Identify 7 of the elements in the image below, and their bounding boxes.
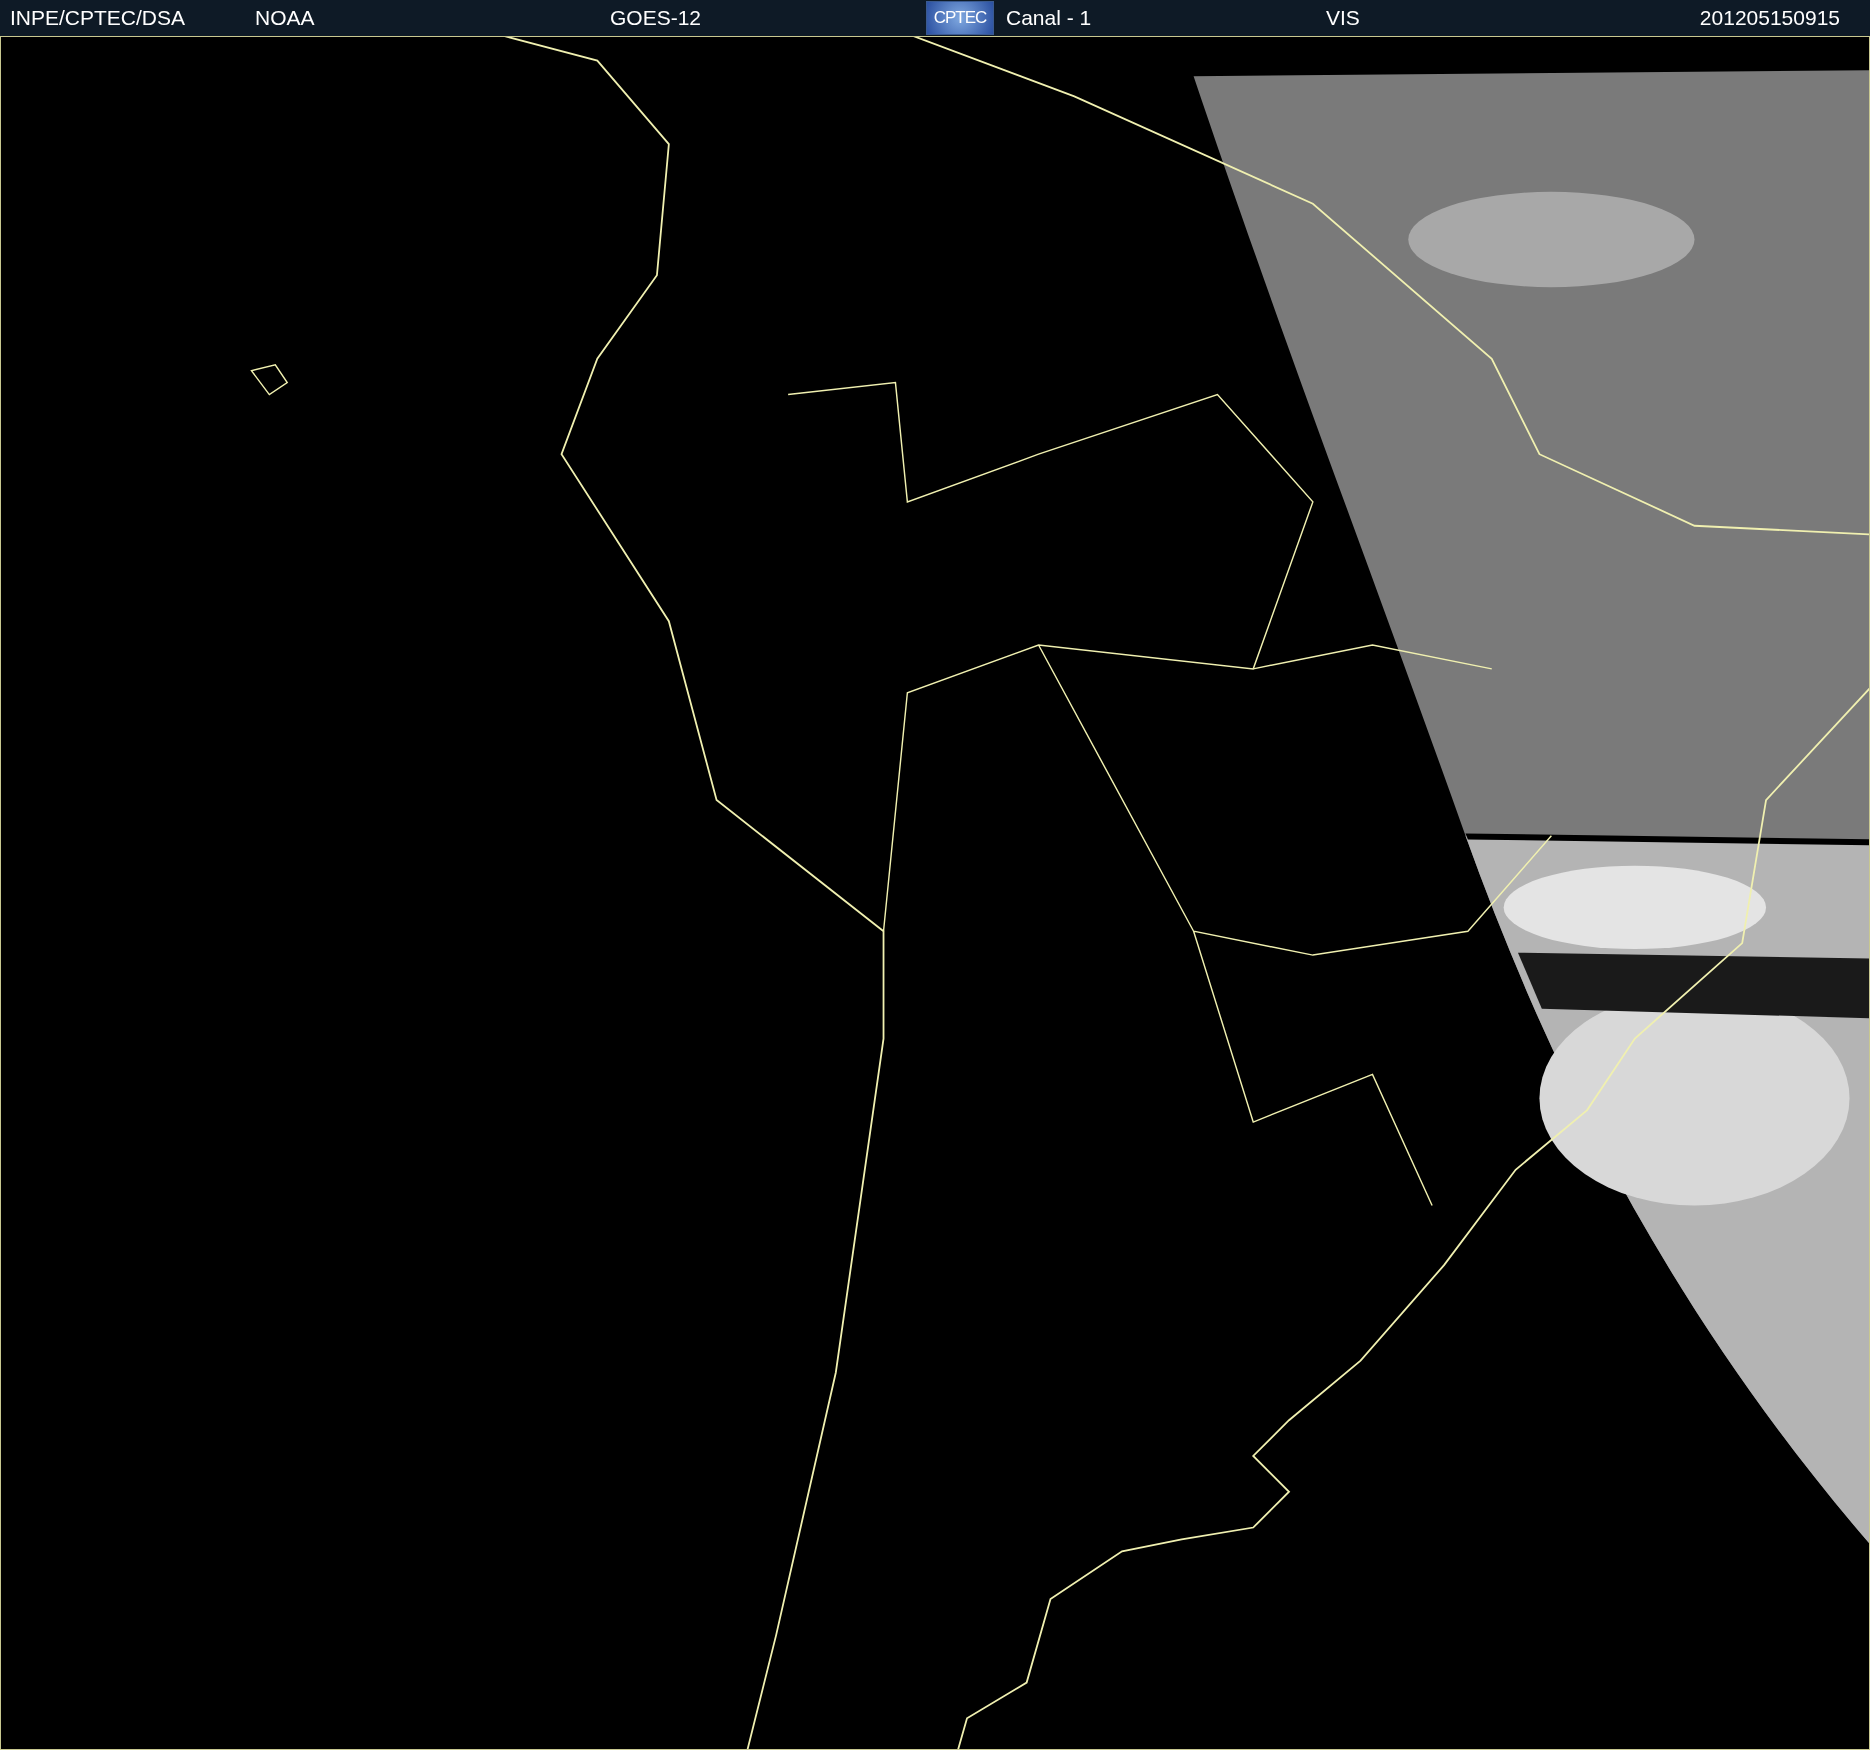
channel-label: Canal - 1	[1006, 6, 1093, 30]
band-label: VIS	[1326, 6, 1361, 30]
timestamp: 201205150915	[1699, 6, 1840, 30]
satellite-label: GOES-12	[610, 6, 703, 30]
source-label: INPE/CPTEC/DSA	[10, 6, 187, 30]
agency-label: NOAA	[255, 6, 316, 30]
logo: CPTEC	[926, 1, 994, 35]
